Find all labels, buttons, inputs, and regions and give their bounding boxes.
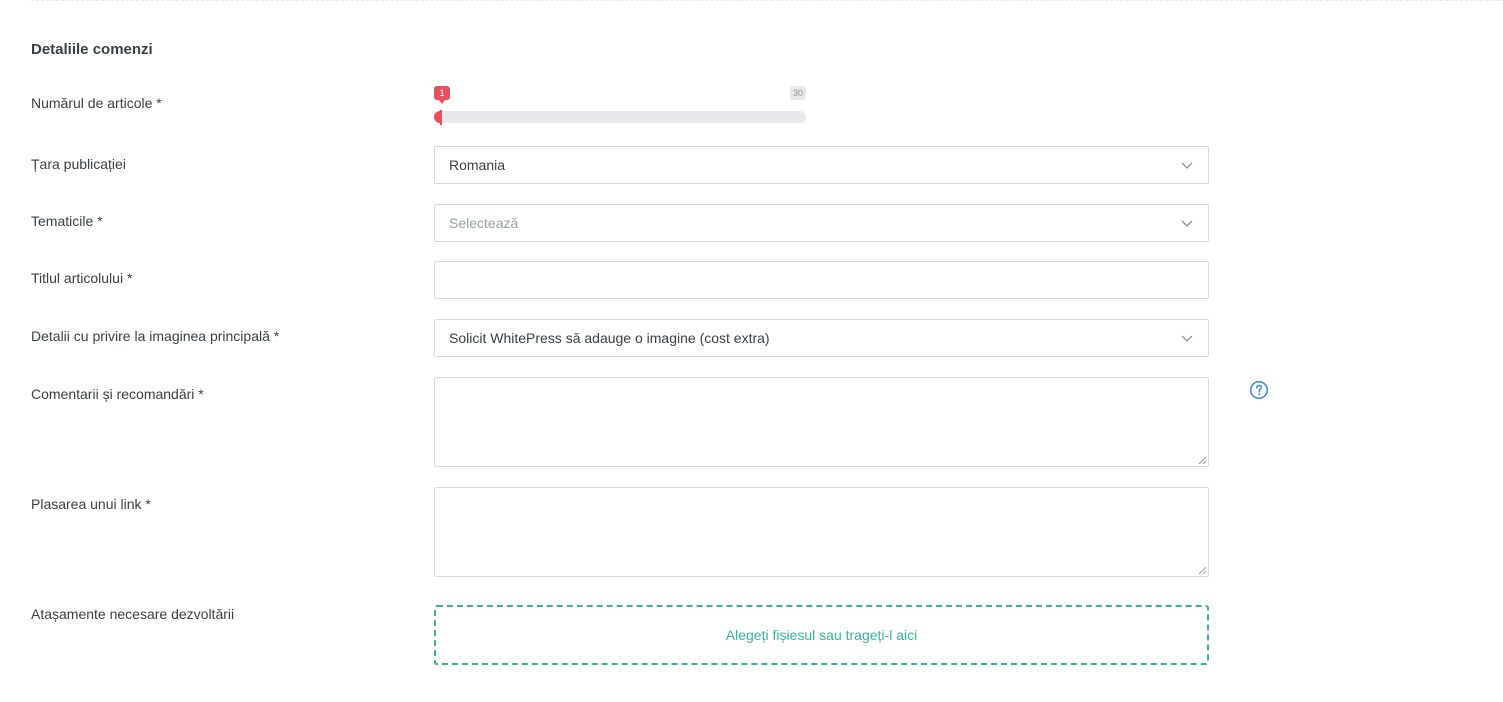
topics-select-placeholder: Selectează [449,215,519,231]
chevron-down-icon [1181,335,1193,342]
chevron-down-icon [1181,220,1193,227]
main-image-label: Detalii cu privire la imaginea principal… [31,328,280,344]
link-placement-textarea[interactable] [434,487,1209,577]
country-select[interactable]: Romania [434,146,1209,184]
comments-textarea[interactable] [434,377,1209,467]
country-select-value: Romania [449,157,506,173]
top-divider [31,0,1503,1]
main-image-select-value: Solicit WhitePress să adauge o imagine (… [449,330,770,346]
slider-min-bubble: 1 [434,86,450,104]
slider-handle[interactable] [440,110,442,125]
chevron-down-icon [1181,162,1193,169]
file-dropzone[interactable]: Alegeți fișiesul sau trageți-l aici [434,605,1209,665]
attachments-label: Atașamente necesare dezvoltării [31,606,235,622]
comments-label: Comentarii și recomandări * [31,386,204,402]
main-image-select[interactable]: Solicit WhitePress să adauge o imagine (… [434,319,1209,357]
link-placement-label: Plasarea unui link * [31,496,151,512]
resize-grip-icon[interactable] [1198,456,1207,465]
article-title-input[interactable] [434,261,1209,299]
question-circle-icon[interactable] [1249,380,1269,400]
topics-select[interactable]: Selectează [434,204,1209,242]
slider-max-bubble: 30 [789,86,806,100]
article-count-slider[interactable]: 1 30 [434,86,806,126]
resize-grip-icon[interactable] [1198,566,1207,575]
topics-label: Tematicile * [31,213,103,229]
section-title: Detaliile comenzi [31,41,153,58]
slider-track[interactable] [434,111,806,123]
article-title-label: Titlul articolului * [31,270,133,286]
article-count-label: Numărul de articole * [31,95,162,111]
country-label: Țara publicației [31,156,126,172]
